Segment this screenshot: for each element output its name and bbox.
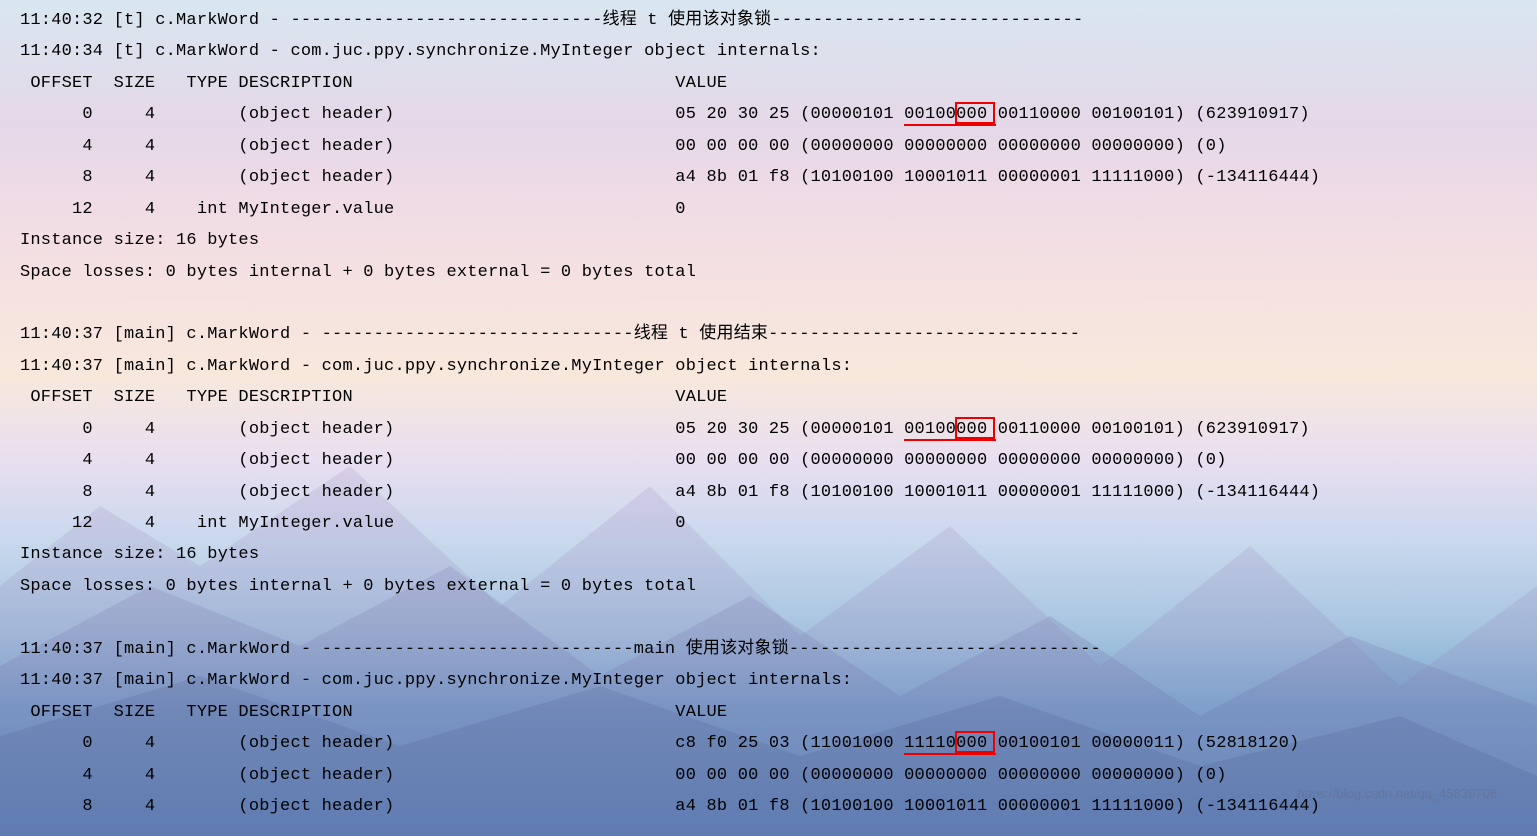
red-underline xyxy=(904,753,996,755)
log-footer-line: Space losses: 0 bytes internal + 0 bytes… xyxy=(20,571,1517,602)
log-header-line: 11:40:37 [main] c.MarkWord - com.juc.ppy… xyxy=(20,665,1517,696)
red-highlight-box xyxy=(955,102,995,124)
red-underline xyxy=(904,439,996,441)
memory-row: 8 4 (object header) a4 8b 01 f8 (1010010… xyxy=(20,477,1517,508)
log-header-line: OFFSET SIZE TYPE DESCRIPTION VALUE xyxy=(20,697,1517,728)
memory-row: 12 4 int MyInteger.value 0 xyxy=(20,194,1517,225)
log-header-line: 11:40:32 [t] c.MarkWord - --------------… xyxy=(20,5,1517,36)
memory-row: 0 4 (object header) 05 20 30 25 (0000010… xyxy=(20,99,1517,130)
red-underline xyxy=(904,124,996,126)
memory-row: 12 4 int MyInteger.value 0 xyxy=(20,508,1517,539)
red-highlight-box xyxy=(955,731,995,753)
log-header-line: OFFSET SIZE TYPE DESCRIPTION VALUE xyxy=(20,382,1517,413)
log-header-line: 11:40:37 [main] c.MarkWord - com.juc.ppy… xyxy=(20,351,1517,382)
log-header-line: OFFSET SIZE TYPE DESCRIPTION VALUE xyxy=(20,68,1517,99)
memory-row: 4 4 (object header) 00 00 00 00 (0000000… xyxy=(20,131,1517,162)
console-output: 11:40:32 [t] c.MarkWord - --------------… xyxy=(20,5,1517,822)
memory-row: 4 4 (object header) 00 00 00 00 (0000000… xyxy=(20,445,1517,476)
red-highlight-box xyxy=(955,417,995,439)
memory-row: 8 4 (object header) a4 8b 01 f8 (1010010… xyxy=(20,162,1517,193)
memory-row: 4 4 (object header) 00 00 00 00 (0000000… xyxy=(20,760,1517,791)
log-header-line: 11:40:37 [main] c.MarkWord - -----------… xyxy=(20,319,1517,350)
log-header-line: 11:40:34 [t] c.MarkWord - com.juc.ppy.sy… xyxy=(20,36,1517,67)
log-header-line: 11:40:37 [main] c.MarkWord - -----------… xyxy=(20,634,1517,665)
blank-line xyxy=(20,288,1517,319)
memory-row: 0 4 (object header) 05 20 30 25 (0000010… xyxy=(20,414,1517,445)
blank-line xyxy=(20,602,1517,633)
log-footer-line: Space losses: 0 bytes internal + 0 bytes… xyxy=(20,257,1517,288)
log-footer-line: Instance size: 16 bytes xyxy=(20,225,1517,256)
log-footer-line: Instance size: 16 bytes xyxy=(20,539,1517,570)
memory-row: 0 4 (object header) c8 f0 25 03 (1100100… xyxy=(20,728,1517,759)
memory-row: 8 4 (object header) a4 8b 01 f8 (1010010… xyxy=(20,791,1517,822)
